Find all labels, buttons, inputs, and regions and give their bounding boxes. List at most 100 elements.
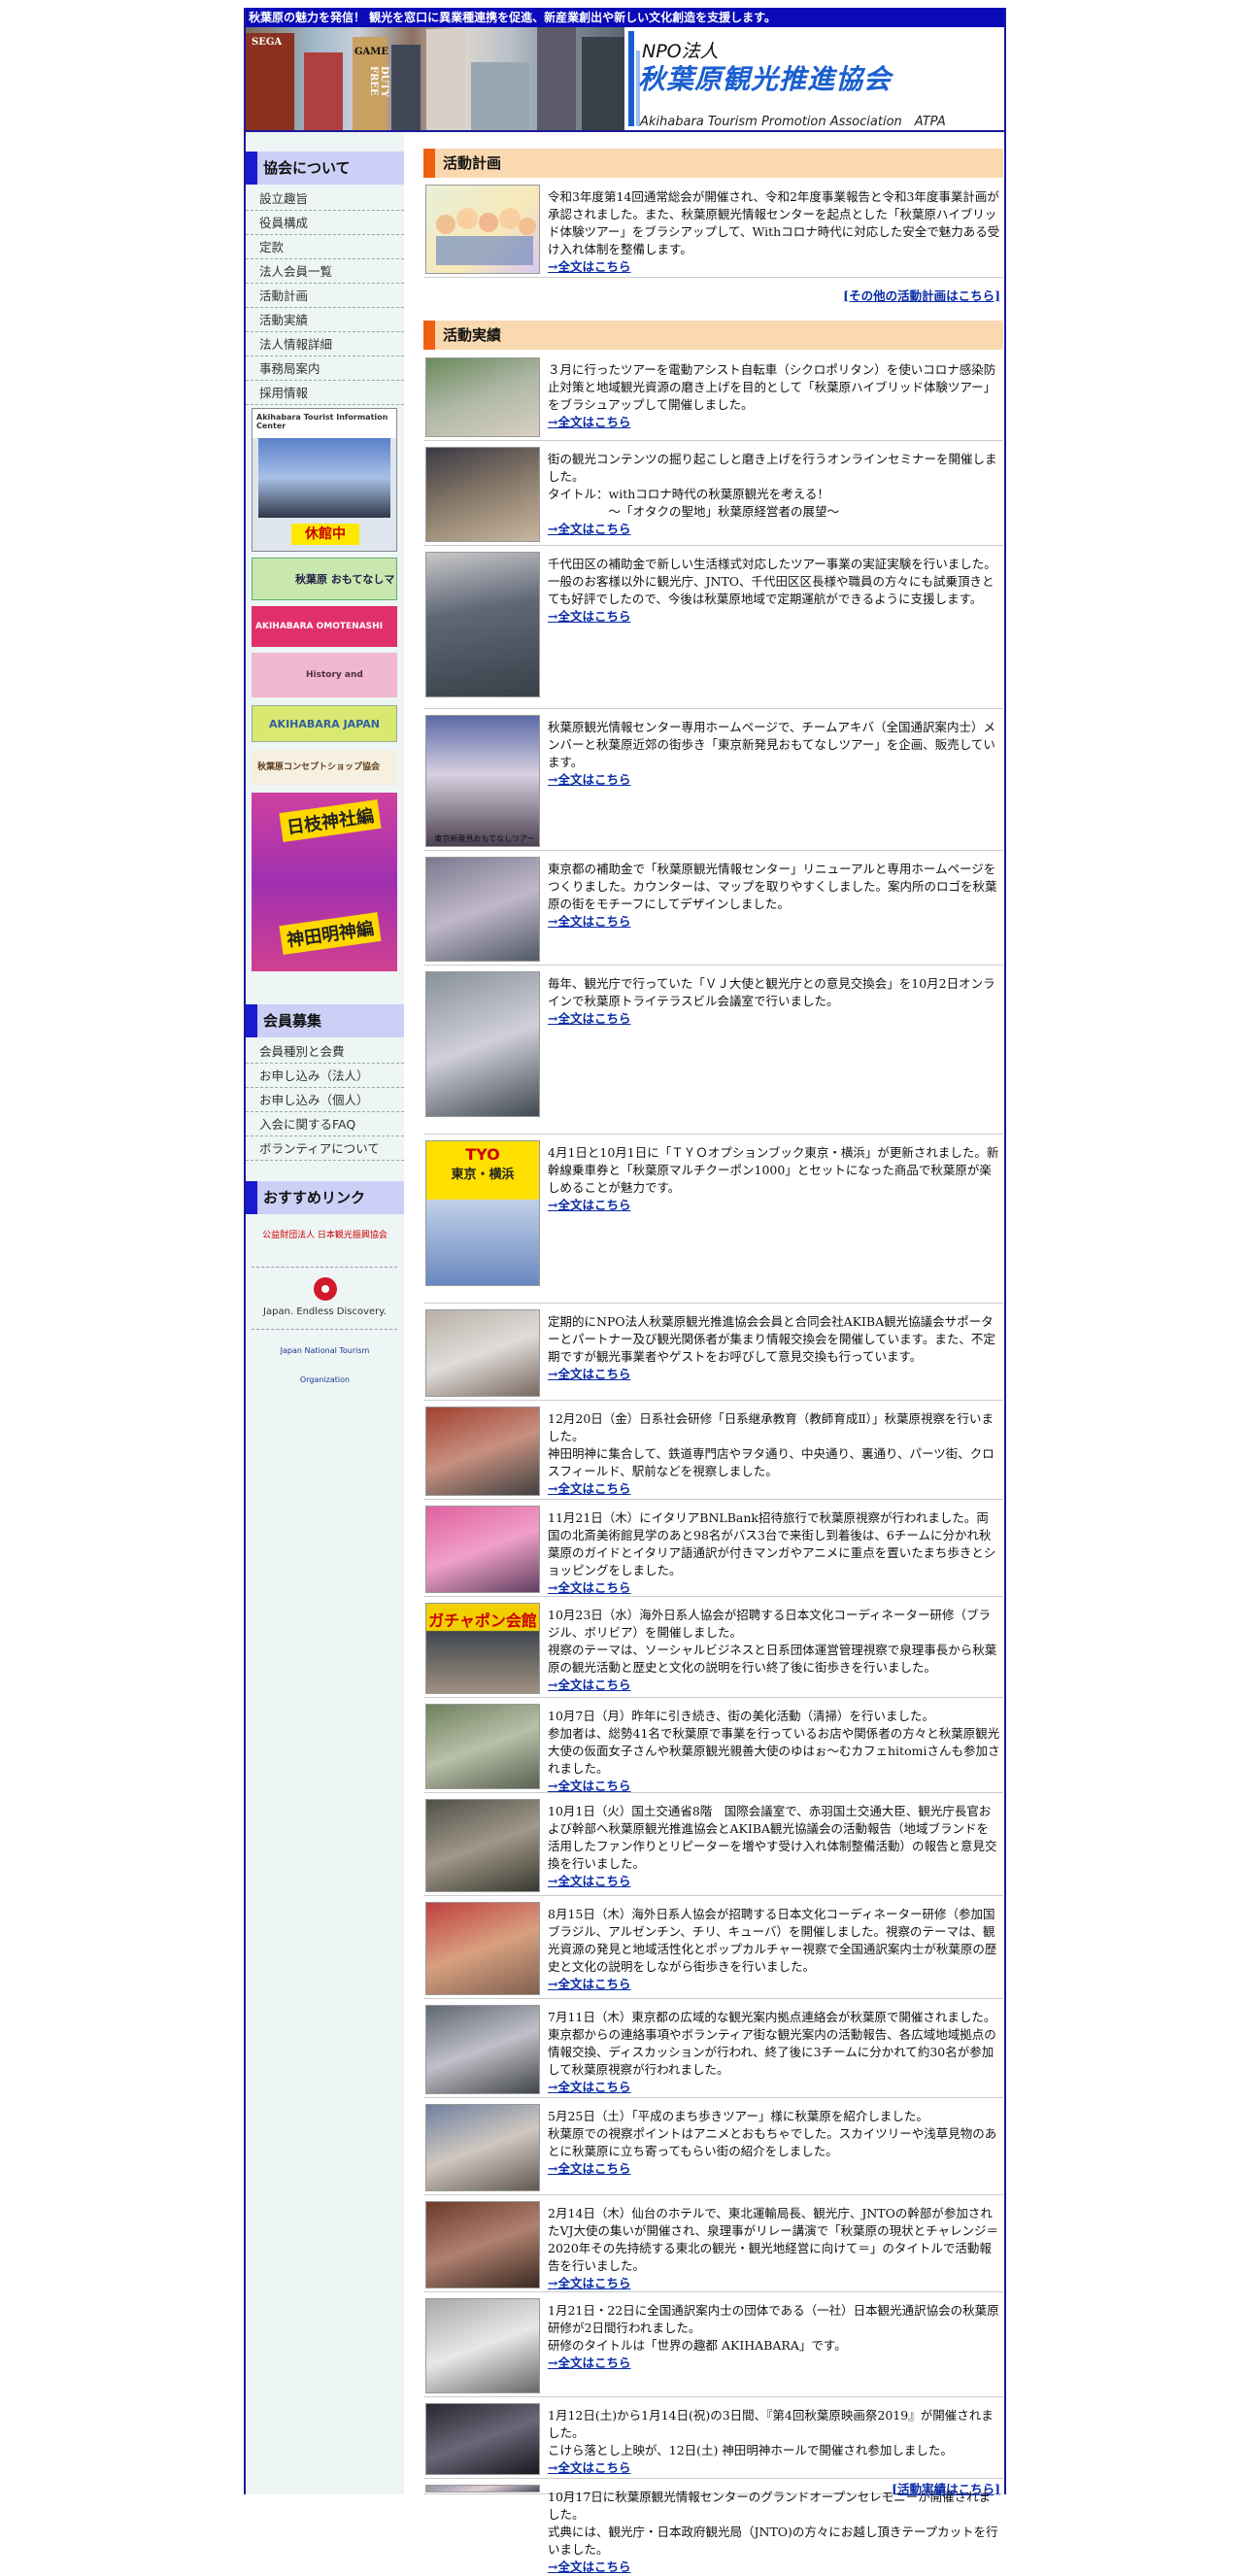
banner-label: 神田明神編 <box>279 912 382 955</box>
mascot-group-icon <box>436 208 536 265</box>
result-text: 定期的にNPO法人秋葉原観光推進協会会員と合同会社AKIBA観光協議会サポーター… <box>548 1313 1000 1383</box>
link-japan-tourism-association[interactable]: 公益財団法人 日本観光振興協会 <box>255 1228 394 1261</box>
photo-sign: GAME <box>354 47 388 57</box>
result-text: 4月1日と10月1日に「ＴＹＯオプションブック東京・横浜」が更新されました。新幹… <box>548 1144 1000 1214</box>
sidebar-item-corporate-members[interactable]: 法人会員一覧 <box>246 259 404 284</box>
sidebar-heading-about: 協会について <box>246 152 404 185</box>
link-japan-endless-discovery[interactable]: Japan. Endless Discovery. <box>255 1274 394 1319</box>
concept-shop-banner[interactable]: 秋葉原コンセプトショップ協会 <box>252 750 397 785</box>
history-culture-course-banner[interactable]: History and Culture Course <box>252 653 397 697</box>
read-more-link[interactable]: →全文はこちら <box>548 914 630 929</box>
entry-body: 1月12日(土)から1月14日(祝)の3日間、『第4回秋葉原映画祭2019』が開… <box>548 2408 994 2457</box>
result-thumbnail <box>425 1309 540 1397</box>
read-more-link[interactable]: →全文はこちら <box>548 2460 630 2475</box>
akihabara-japan-banner[interactable]: AKIHABARA JAPAN <box>252 705 397 742</box>
entry-body: 7月11日（木）東京都の広域的な観光案内拠点連絡会が秋葉原で開催されました。東京… <box>548 2010 996 2077</box>
result-thumbnail: ガチャポン会館 <box>425 1603 540 1694</box>
read-more-link[interactable]: →全文はこちら <box>548 1779 630 1793</box>
result-entry: 5月25日（土）「平成のまち歩きツアー」様に秋葉原を紹介しました。 秋葉原での視… <box>423 2100 1003 2195</box>
result-thumbnail <box>425 971 540 1117</box>
result-text: 1月12日(土)から1月14日(祝)の3日間、『第4回秋葉原映画祭2019』が開… <box>548 2407 1000 2477</box>
sidebar-item-purpose[interactable]: 設立趣旨 <box>246 186 404 211</box>
read-more-link[interactable]: →全文はこちら <box>548 772 630 787</box>
sidebar-item-corporate-info[interactable]: 法人情報詳細 <box>246 332 404 356</box>
read-more-link[interactable]: →全文はこちら <box>548 1678 630 1692</box>
photo-sign: SEGA <box>252 37 283 48</box>
read-more-link[interactable]: →全文はこちら <box>548 1198 630 1212</box>
read-more-link[interactable]: →全文はこちら <box>548 1011 630 1026</box>
plan-thumbnail <box>425 185 540 274</box>
read-more-link[interactable]: →全文はこちら <box>548 2559 630 2574</box>
read-more-link[interactable]: →全文はこちら <box>548 2080 630 2094</box>
result-text: 7月11日（木）東京都の広域的な観光案内拠点連絡会が秋葉原で開催されました。東京… <box>548 2009 1000 2096</box>
omotenashi-map-banner[interactable]: 秋葉原 おもてなしマップ <box>252 558 397 600</box>
association-logo: NPO法人 秋葉原観光推進協会 Akihabara Tourism Promot… <box>626 27 1004 130</box>
result-text: 東京都の補助金で「秋葉原観光情報センター」リニューアルと専用ホームページをつくり… <box>548 861 1000 931</box>
sidebar-item-office[interactable]: 事務局案内 <box>246 356 404 381</box>
sidebar-item-activity-plan[interactable]: 活動計画 <box>246 284 404 308</box>
read-more-link[interactable]: →全文はこちら <box>548 609 630 624</box>
read-more-link[interactable]: →全文はこちら <box>548 1580 630 1595</box>
entry-body: 10月23日（水）海外日系人協会が招聘する日本文化コーディネーター研修（ブラジル… <box>548 1608 997 1675</box>
other-plans-link[interactable]: [その他の活動計画はこちら] <box>423 286 1000 304</box>
entry-body: 11月21日（木）にイタリアBNLBank招待旅行で秋葉原視察が行われました。両… <box>548 1510 996 1577</box>
photo-sign: DUTY FREE <box>368 66 389 97</box>
read-more-link[interactable]: →全文はこちら <box>548 1977 630 1991</box>
sidebar-item-membership-fees[interactable]: 会員種別と会費 <box>246 1039 404 1064</box>
result-thumbnail <box>425 1902 540 1995</box>
sidebar-item-articles[interactable]: 定款 <box>246 235 404 259</box>
result-entry: ガチャポン会館 10月23日（水）海外日系人協会が招聘する日本文化コーディネーター… <box>423 1599 1003 1698</box>
result-text: 10月1日（火）国土交通省8階 国際会議室で、赤羽国土交通大臣、観光庁長官および… <box>548 1803 1000 1890</box>
banner-photo <box>258 438 390 518</box>
read-more-link[interactable]: →全文はこちら <box>548 2356 630 2370</box>
akihabara-street-photo: SEGA GAME DUTY FREE <box>246 27 624 130</box>
sidebar-item-faq[interactable]: 入会に関するFAQ <box>246 1112 404 1136</box>
entry-body: 毎年、観光庁で行っていた「ＶＪ大使と観光庁との意見交換会」を10月2日オンライン… <box>548 976 995 1008</box>
section-heading-results: 活動実績 <box>423 321 1003 350</box>
read-more-link[interactable]: →全文はこちら <box>548 1367 630 1381</box>
members-menu: 会員種別と会費 お申し込み（法人） お申し込み（個人） 入会に関するFAQ ボラ… <box>246 1039 404 1161</box>
result-text: 10月23日（水）海外日系人協会が招聘する日本文化コーディネーター研修（ブラジル… <box>548 1607 1000 1694</box>
association-name: 秋葉原観光推進協会 <box>638 63 893 95</box>
result-entry: 11月21日（木）にイタリアBNLBank招待旅行で秋葉原視察が行われました。両… <box>423 1502 1003 1597</box>
read-more-link[interactable]: →全文はこちら <box>548 1874 630 1888</box>
read-more-link[interactable]: →全文はこちら <box>548 259 630 274</box>
sidebar-item-apply-individual[interactable]: お申し込み（個人） <box>246 1088 404 1112</box>
sidebar-item-recruitment[interactable]: 採用情報 <box>246 381 404 405</box>
sidebar-item-volunteer[interactable]: ボランティアについて <box>246 1136 404 1161</box>
entry-body: 街の観光コンテンツの掘り起こしと磨き上げを行うオンラインセミナーを開催しました。… <box>548 452 997 519</box>
result-thumbnail <box>425 2403 540 2475</box>
banner-caption: Akihabara Tourist Information Center <box>253 409 396 438</box>
result-thumbnail <box>425 2005 540 2094</box>
read-more-link[interactable]: →全文はこちら <box>548 2276 630 2290</box>
sidebar-item-activity-results[interactable]: 活動実績 <box>246 308 404 332</box>
entry-body: 10月1日（火）国土交通省8階 国際会議室で、赤羽国土交通大臣、観光庁長官および… <box>548 1804 997 1871</box>
result-text: 11月21日（木）にイタリアBNLBank招待旅行で秋葉原視察が行われました。両… <box>548 1509 1000 1597</box>
read-more-link[interactable]: →全文はこちら <box>548 1481 630 1496</box>
result-thumbnail <box>425 2201 540 2288</box>
shrine-tour-banner[interactable]: 日枝神社編 神田明神編 <box>252 793 397 971</box>
read-more-link[interactable]: →全文はこちら <box>548 2161 630 2176</box>
result-entry: 街の観光コンテンツの掘り起こしと磨き上げを行うオンラインセミナーを開催しました。… <box>423 443 1003 546</box>
tourist-info-center-banner[interactable]: Akihabara Tourist Information Center 休館中 <box>252 408 397 552</box>
entry-body: ３月に行ったツアーを電動アシスト自転車（シクロポリタン）を使いコロナ感染防止対策… <box>548 362 996 412</box>
more-results-link[interactable]: [活動実績はこちら] <box>423 2479 1000 2497</box>
omotenashi-project-banner[interactable]: AKIHABARA OMOTENASHI PROJECT <box>252 606 397 647</box>
sidebar-item-officers[interactable]: 役員構成 <box>246 211 404 235</box>
read-more-link[interactable]: →全文はこちら <box>548 522 630 536</box>
entry-body: 東京都の補助金で「秋葉原観光情報センター」リニューアルと専用ホームページをつくり… <box>548 862 997 911</box>
result-text: 毎年、観光庁で行っていた「ＶＪ大使と観光庁との意見交換会」を10月2日オンライン… <box>548 975 1000 1028</box>
site-header: SEGA GAME DUTY FREE NPO法人 秋葉原観光推進協会 Akih… <box>246 27 1004 130</box>
link-divider <box>252 1329 397 1330</box>
link-divider <box>252 1267 397 1268</box>
sidebar-item-apply-corporate[interactable]: お申し込み（法人） <box>246 1064 404 1088</box>
sakura-logo-icon <box>313 1277 337 1301</box>
entry-body: 2月14日（木）仙台のホテルで、東北運輸局長、観光庁、JNTOの幹部が参加された… <box>548 2206 999 2273</box>
read-more-link[interactable]: →全文はこちら <box>548 415 630 429</box>
result-text: 12月20日（金）日系社会研修「日系継承教育（教師育成Ⅱ）」秋葉原視察を行いまし… <box>548 1410 1000 1498</box>
thumbnail-title: ガチャポン会館 <box>428 1611 537 1630</box>
link-jnto[interactable]: Japan National Tourism Organization <box>255 1337 394 1384</box>
result-thumbnail <box>425 447 540 542</box>
result-entry: 定期的にNPO法人秋葉原観光推進協会会員と合同会社AKIBA観光協議会サポーター… <box>423 1305 1003 1401</box>
entry-body: 5月25日（土）「平成のまち歩きツアー」様に秋葉原を紹介しました。 秋葉原での視… <box>548 2109 997 2158</box>
